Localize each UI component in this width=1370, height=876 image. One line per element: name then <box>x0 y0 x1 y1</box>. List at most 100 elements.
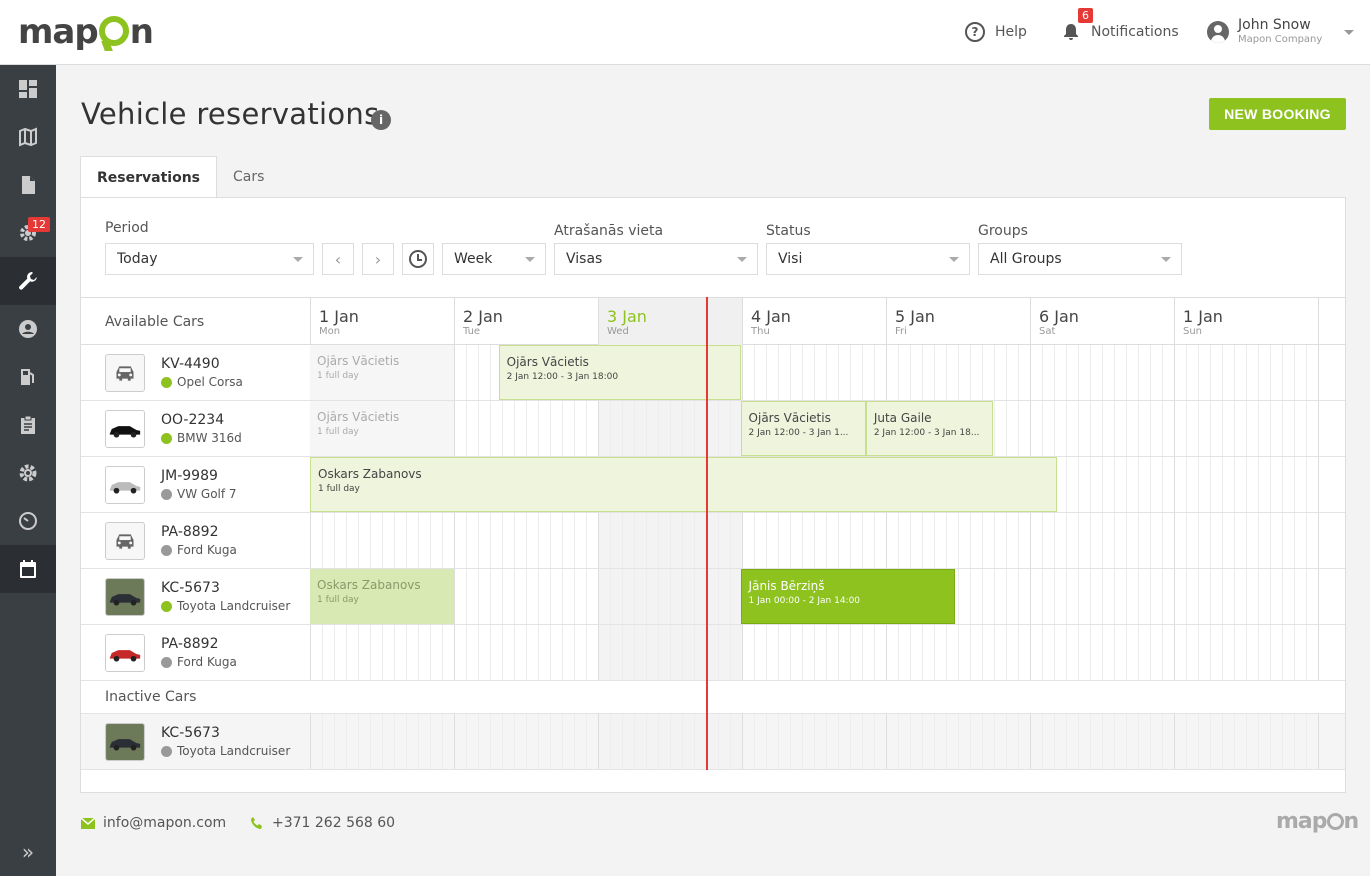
car-plate[interactable]: KC-5673 <box>161 580 220 596</box>
booking-block[interactable]: Ojārs Vācietis 2 Jan 12:00 - 3 Jan 18:00 <box>498 345 741 400</box>
grid-line <box>742 513 743 568</box>
tab-reservations[interactable]: Reservations <box>80 156 217 199</box>
sidebar-item-fuel[interactable] <box>0 353 56 401</box>
grid-line <box>1186 345 1187 400</box>
help-link[interactable]: ? Help <box>965 0 1027 64</box>
grid-line <box>1066 513 1067 568</box>
tab-cars[interactable]: Cars <box>217 156 280 198</box>
car-thumbnail[interactable] <box>105 578 145 616</box>
grid-line <box>634 714 635 769</box>
mapon-logo[interactable]: map n <box>18 12 154 52</box>
booking-block[interactable]: Juta Gaile 2 Jan 12:00 - 3 Jan 18... <box>865 401 993 456</box>
car-plate[interactable]: KV-4490 <box>161 356 220 372</box>
car-plate[interactable]: KC-5673 <box>161 725 220 741</box>
grid-line <box>1030 401 1031 456</box>
new-booking-button[interactable]: NEW BOOKING <box>1209 98 1346 130</box>
period-select[interactable]: Today <box>105 243 314 275</box>
car-plate[interactable]: PA-8892 <box>161 524 219 540</box>
booking-block[interactable]: Oskars Zabanovs 1 full day <box>310 457 1058 512</box>
sidebar-item-map[interactable] <box>0 113 56 161</box>
booking-block[interactable]: Ojārs Vācietis 1 full day <box>310 401 454 456</box>
car-thumbnail[interactable] <box>105 466 145 504</box>
grid-line <box>658 513 659 568</box>
sidebar-expand-icon[interactable]: » <box>0 840 56 864</box>
prev-button[interactable]: ‹ <box>322 243 354 275</box>
notifications-label: Notifications <box>1091 24 1179 40</box>
grid-line <box>1162 714 1163 769</box>
now-button[interactable] <box>402 243 434 275</box>
timeline-cells[interactable] <box>310 625 1345 680</box>
grid-line <box>1222 345 1223 400</box>
sidebar-item-maintenance-alerts[interactable]: 12 <box>0 209 56 257</box>
sidebar-item-reports[interactable] <box>0 161 56 209</box>
booking-driver: Jānis Bērziņš <box>748 579 825 593</box>
car-thumbnail[interactable] <box>105 723 145 761</box>
next-button[interactable]: › <box>362 243 394 275</box>
grid-line <box>586 401 587 456</box>
info-icon[interactable]: i <box>371 110 391 130</box>
grid-line <box>346 714 347 769</box>
car-plate[interactable]: OO-2234 <box>161 412 224 428</box>
booking-time: 2 Jan 12:00 - 3 Jan 18... <box>873 428 980 438</box>
car-thumbnail[interactable] <box>105 410 145 448</box>
grid-line <box>1222 625 1223 680</box>
grid-line <box>466 345 467 400</box>
sidebar-item-tools[interactable] <box>0 257 56 305</box>
timeline-cells[interactable] <box>310 513 1345 568</box>
grid-line <box>682 625 683 680</box>
bell-icon <box>1064 24 1078 40</box>
timeline-cells[interactable]: Ojārs Vācietis 1 full day Ojārs Vācietis 2 … <box>310 345 1345 400</box>
footer-phone[interactable]: +371 262 568 60 <box>250 815 395 831</box>
car-thumbnail[interactable] <box>105 634 145 672</box>
car-thumbnail[interactable] <box>105 354 145 392</box>
grid-line <box>1006 513 1007 568</box>
booking-block[interactable]: Oskars Zabanovs 1 full day <box>310 569 454 624</box>
sidebar-item-settings[interactable] <box>0 449 56 497</box>
status-select[interactable]: Visi <box>766 243 970 275</box>
car-plate[interactable]: JM-9989 <box>161 468 218 484</box>
grid-line <box>682 569 683 624</box>
grid-line <box>1222 457 1223 512</box>
grid-line <box>970 569 971 624</box>
sidebar-item-users[interactable] <box>0 305 56 353</box>
grid-line <box>1258 714 1259 769</box>
booking-block[interactable]: Ojārs Vācietis 2 Jan 12:00 - 3 Jan 1... <box>740 401 866 456</box>
user-menu[interactable]: John Snow Mapon Company <box>1207 0 1355 64</box>
grid-line <box>370 513 371 568</box>
grid-line <box>646 401 647 456</box>
grid-line <box>730 513 731 568</box>
footer-email[interactable]: info@mapon.com <box>81 815 226 831</box>
grid-line <box>622 625 623 680</box>
day-header: 1 Jan Sun <box>1174 298 1318 345</box>
grid-line <box>442 714 443 769</box>
sidebar-item-tasks[interactable] <box>0 401 56 449</box>
car-thumbnail[interactable] <box>105 522 145 560</box>
location-select[interactable]: Visas <box>554 243 758 275</box>
timeline-header: Available Cars 1 Jan Mon 2 Jan Tue 3 Jan Wed 4… <box>81 297 1345 345</box>
speedometer-icon <box>19 512 37 530</box>
timeline-cells[interactable]: Oskars Zabanovs 1 full day Jānis Bērziņš 1 … <box>310 569 1345 624</box>
groups-select[interactable]: All Groups <box>978 243 1182 275</box>
timeline-cells[interactable]: Ojārs Vācietis 1 full day Ojārs Vācietis 2 … <box>310 401 1345 456</box>
timeline-cells[interactable] <box>310 714 1345 769</box>
grid-line <box>1258 569 1259 624</box>
car-model: VW Golf 7 <box>161 487 237 501</box>
grid-line <box>406 714 407 769</box>
timeline-cells[interactable]: Oskars Zabanovs 1 full day <box>310 457 1345 512</box>
booking-time: 1 full day <box>317 427 359 437</box>
booking-block[interactable]: Ojārs Vācietis 1 full day <box>310 345 454 400</box>
booking-block[interactable]: Jānis Bērziņš 1 Jan 00:00 - 2 Jan 14:00 <box>740 569 956 624</box>
grid-line <box>1282 457 1283 512</box>
grid-line <box>1114 401 1115 456</box>
day-header: 1 Jan Mon <box>310 298 454 345</box>
grid-line <box>754 625 755 680</box>
grid-line <box>1222 513 1223 568</box>
notifications-link[interactable]: 6 Notifications <box>1061 0 1179 64</box>
car-row: KV-4490 Opel Corsa Ojārs Vācietis 1 full da… <box>81 345 1345 401</box>
range-select[interactable]: Week <box>442 243 546 275</box>
grid-line <box>826 345 827 400</box>
sidebar-item-dashboard[interactable] <box>0 65 56 113</box>
sidebar-item-reservations[interactable] <box>0 545 56 593</box>
sidebar-item-speed[interactable] <box>0 497 56 545</box>
car-plate[interactable]: PA-8892 <box>161 636 219 652</box>
